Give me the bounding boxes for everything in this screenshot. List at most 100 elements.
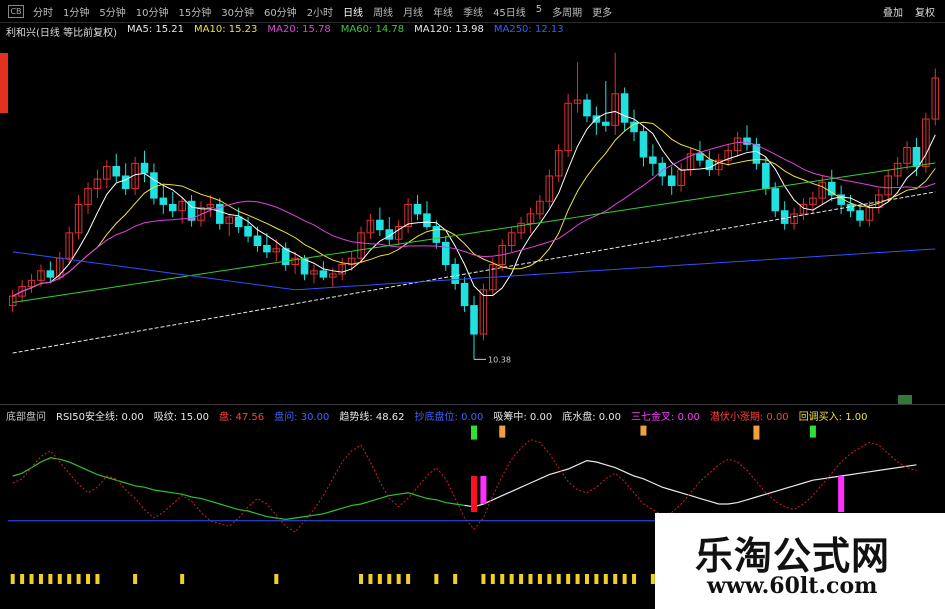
bottom-mark xyxy=(406,574,411,584)
panel-divider[interactable] xyxy=(0,404,945,405)
bottom-mark xyxy=(274,574,279,584)
candle-body xyxy=(46,270,55,278)
bottom-mark xyxy=(622,574,627,584)
ind-legend-item-8: 底水盘: 0.00 xyxy=(562,412,622,423)
candle-body xyxy=(696,153,704,161)
watermark-title: 乐淘公式网 xyxy=(695,533,891,578)
ind-legend-item-2: 吸纹: 15.00 xyxy=(153,412,209,423)
signal-bar xyxy=(753,425,760,440)
bottom-mark xyxy=(519,574,524,584)
ind-legend-item-11: 回调买入: 1.00 xyxy=(798,412,868,423)
bottom-mark xyxy=(29,574,34,584)
bottom-mark xyxy=(368,574,373,584)
candle-body xyxy=(140,162,149,174)
ind-legend-item-3: 盘: 47.56 xyxy=(218,412,265,423)
watermark-url: www.60lt.com xyxy=(707,573,878,599)
candle-body xyxy=(771,188,780,212)
indicator-legend: 底部盘问 RSI50安全线: 0.00 吸纹: 15.00 盘: 47.56 盘问: 3… xyxy=(6,408,868,423)
panel-toggle-icon[interactable] xyxy=(898,395,912,404)
candle-body xyxy=(620,93,629,123)
bottom-mark xyxy=(556,574,561,584)
bottom-mark xyxy=(453,574,458,584)
bottom-mark xyxy=(594,574,599,584)
candle-body xyxy=(281,248,290,265)
candle-body xyxy=(602,121,610,126)
bottom-mark xyxy=(603,574,608,584)
ind-legend-item-10: 潜伏小涨期: 0.00 xyxy=(709,412,789,423)
bottom-mark xyxy=(575,574,580,584)
candle-body xyxy=(649,156,657,164)
signal-bar xyxy=(480,476,487,504)
signal-bar xyxy=(838,476,845,512)
bottom-mark xyxy=(76,574,81,584)
candle-body xyxy=(319,270,328,278)
candle-body xyxy=(413,203,422,215)
bottom-mark xyxy=(396,574,401,584)
bottom-mark xyxy=(57,574,62,584)
bottom-mark xyxy=(10,574,15,584)
bottom-mark xyxy=(547,574,552,584)
candle-body xyxy=(150,172,158,199)
bottom-mark xyxy=(38,574,43,584)
candle-body xyxy=(451,263,459,284)
candle-body xyxy=(244,226,252,237)
ind-legend-item-1: RSI50安全线: 0.00 xyxy=(56,412,144,423)
candle-body xyxy=(112,165,121,177)
signal-bar xyxy=(809,425,816,438)
candle-body xyxy=(639,131,648,158)
ind-legend-item-9: 三七金叉: 0.00 xyxy=(631,412,700,423)
candle-body xyxy=(583,99,591,117)
bottom-mark xyxy=(180,574,185,584)
bottom-mark xyxy=(509,574,514,584)
bottom-mark xyxy=(566,574,571,584)
ind-white-line xyxy=(464,459,917,508)
candle-body xyxy=(460,282,469,307)
candle-body xyxy=(912,147,921,167)
bottom-mark xyxy=(528,574,533,584)
signal-bar xyxy=(471,425,477,440)
bottom-mark xyxy=(613,574,618,584)
signal-bar xyxy=(640,425,647,436)
candle-body xyxy=(253,235,262,247)
bottom-mark xyxy=(359,574,364,584)
candle-body xyxy=(121,175,130,190)
bottom-mark xyxy=(537,574,542,584)
candle-body xyxy=(234,216,243,228)
candle-body xyxy=(376,219,384,231)
signal-bar xyxy=(499,425,506,438)
bottom-mark xyxy=(490,574,495,584)
signal-bar xyxy=(471,476,477,512)
ind-legend-item-0: 底部盘问 xyxy=(6,412,46,423)
candle-body xyxy=(423,213,431,228)
candle-body xyxy=(752,143,761,164)
candle-body xyxy=(159,197,168,205)
ind-legend-item-5: 趋势线: 48.62 xyxy=(339,412,405,423)
bottom-mark xyxy=(377,574,382,584)
bottom-mark xyxy=(86,574,91,584)
bottom-mark xyxy=(20,574,25,584)
bottom-mark xyxy=(133,574,138,584)
candle-body xyxy=(856,210,864,221)
candle-body xyxy=(743,137,751,145)
bottom-mark xyxy=(632,574,637,584)
ind-green-line xyxy=(12,457,465,521)
candle-body xyxy=(168,203,177,212)
bottom-mark xyxy=(387,574,392,584)
candle-body xyxy=(667,175,676,186)
candle-body xyxy=(762,162,770,190)
candle-body xyxy=(470,305,478,335)
candle-body xyxy=(827,181,836,196)
ind-legend-item-4: 盘问: 30.00 xyxy=(274,412,330,423)
candle-body xyxy=(780,210,789,224)
bottom-mark xyxy=(48,574,53,584)
bottom-mark xyxy=(95,574,100,584)
candle-body xyxy=(441,241,450,265)
bottom-mark xyxy=(584,574,589,584)
bottom-mark xyxy=(434,574,439,584)
ma5-line xyxy=(12,110,936,297)
ind-legend-item-6: 抄底盘位: 0.00 xyxy=(414,412,484,423)
candle-body xyxy=(263,245,271,253)
bottom-mark xyxy=(500,574,505,584)
ind-legend-item-7: 吸筹中: 0.00 xyxy=(493,412,553,423)
low-label: 10.38 xyxy=(488,355,511,364)
